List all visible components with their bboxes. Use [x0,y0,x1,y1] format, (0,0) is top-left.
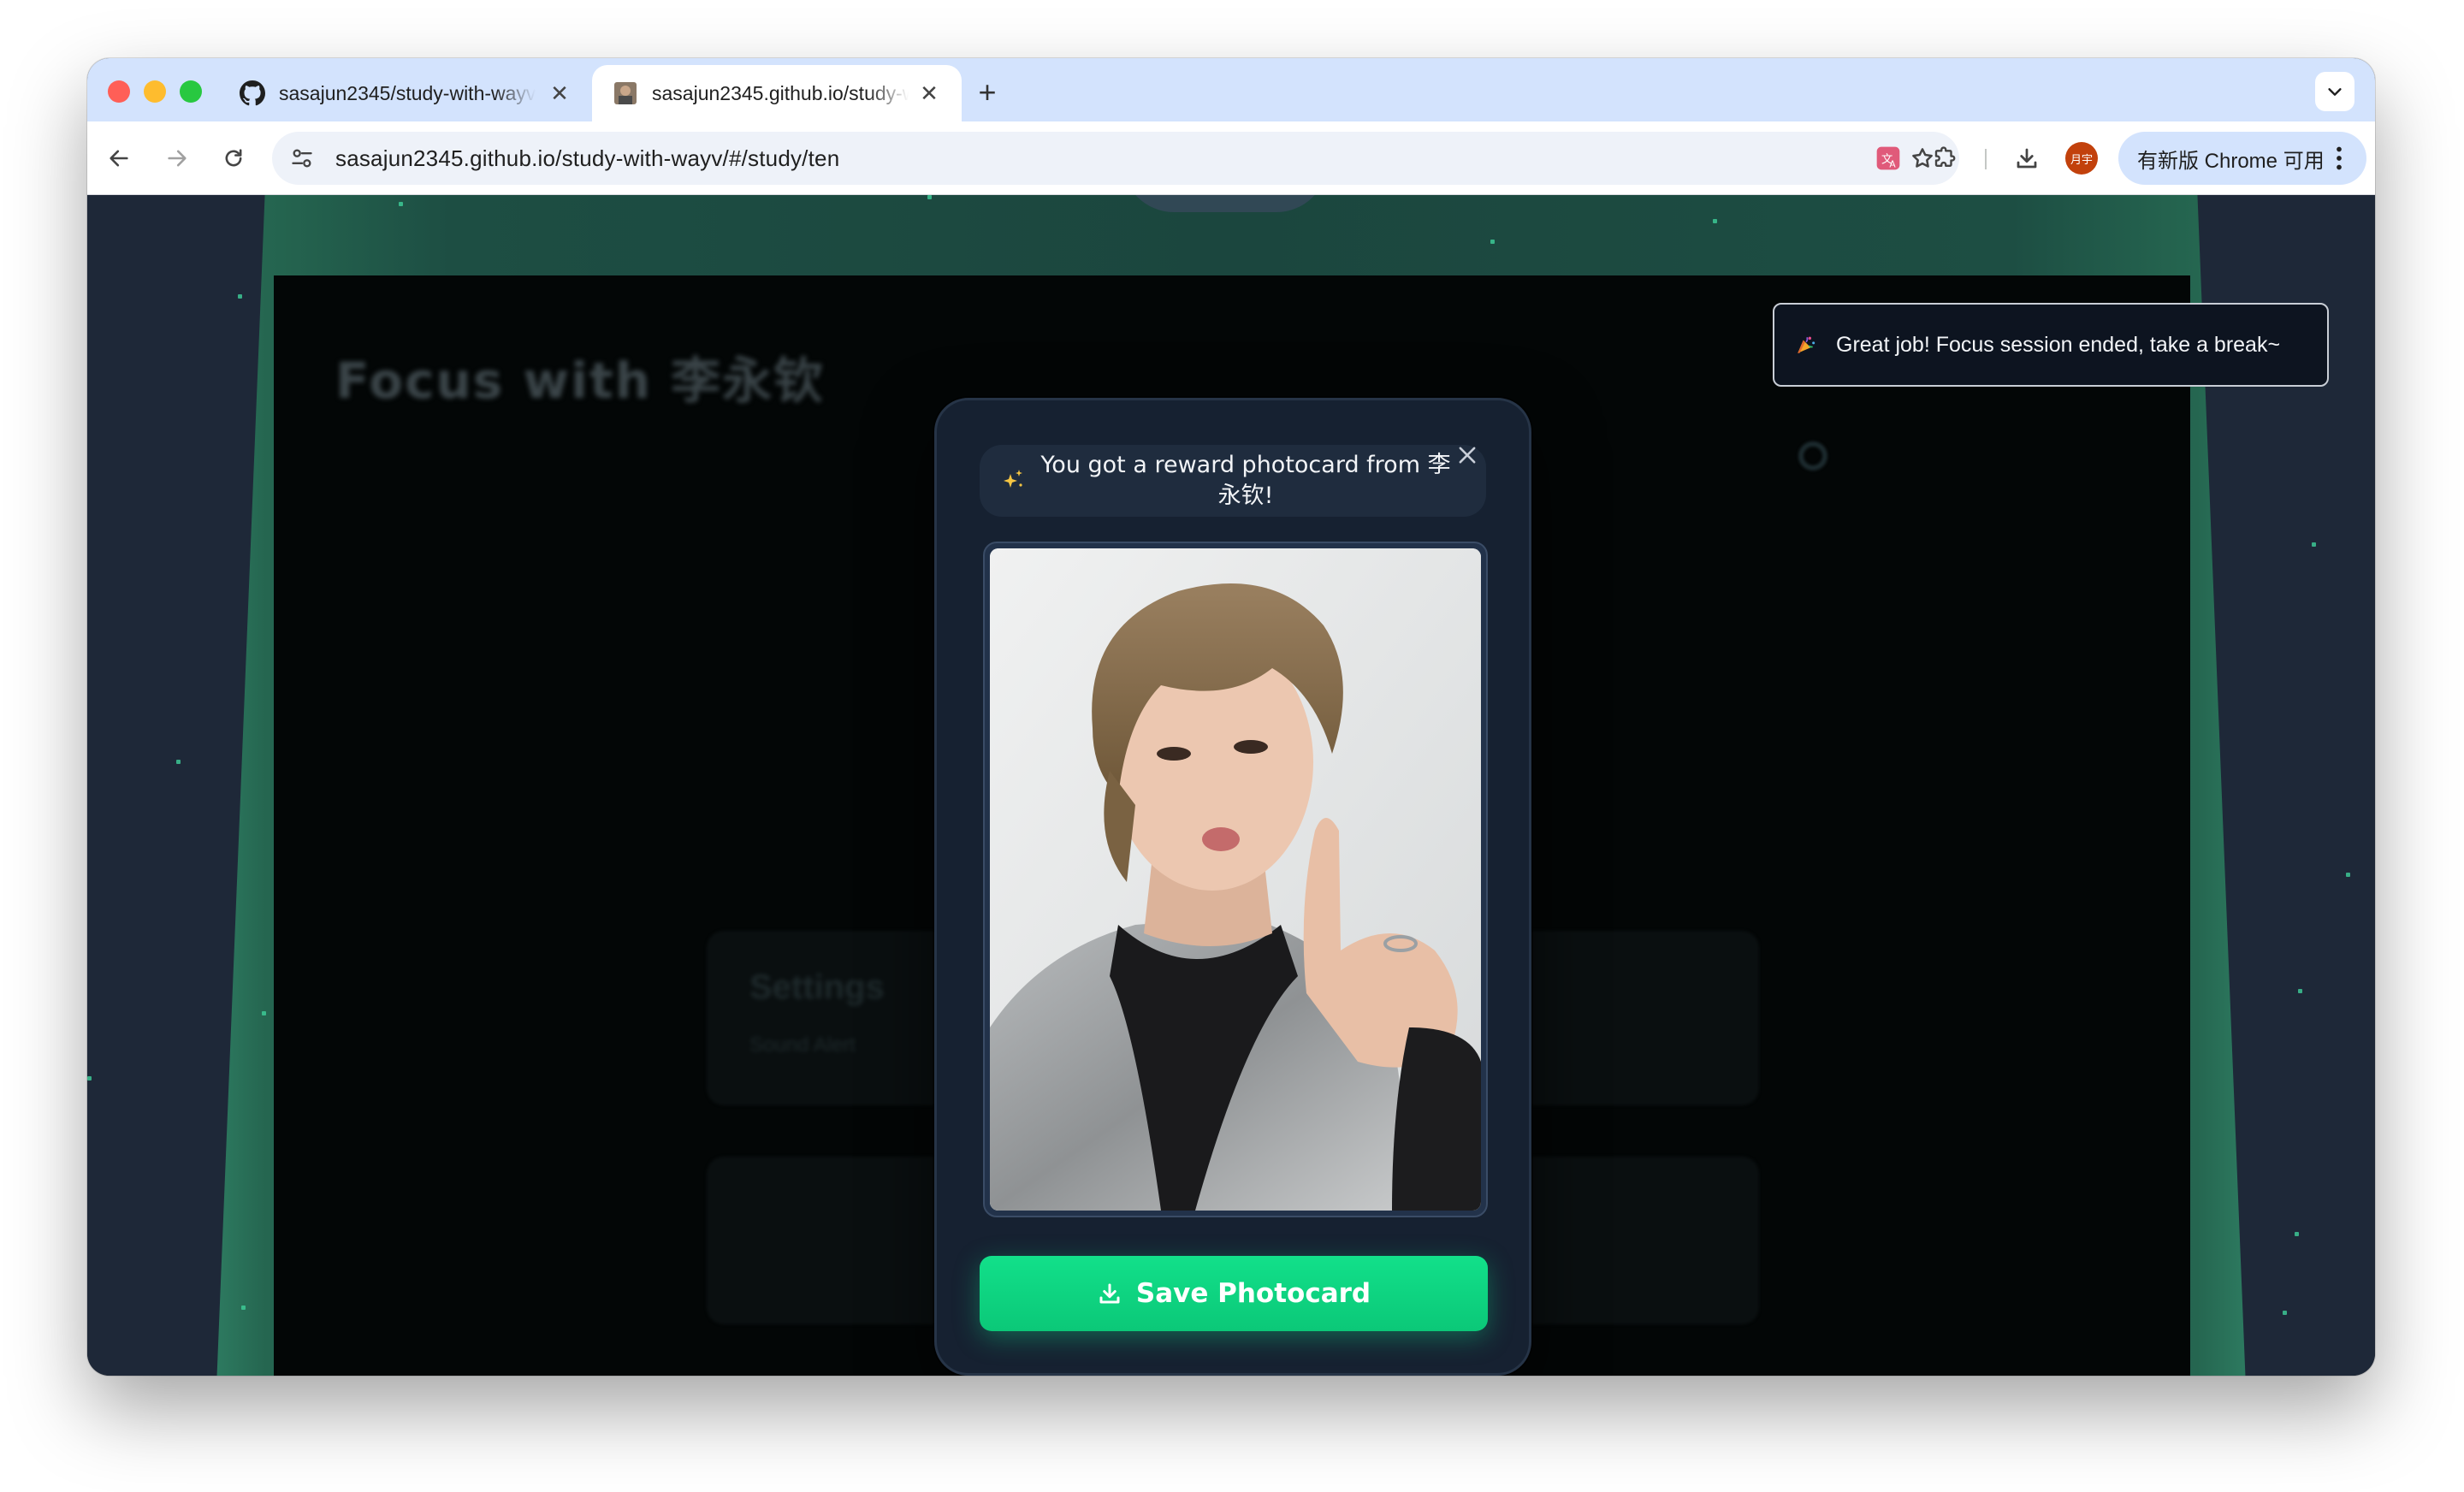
svg-text:A: A [1889,159,1896,170]
forward-button[interactable] [156,137,198,180]
reward-modal: You got a reward photocard from 李永钦! Sav… [934,398,1531,1376]
star-dot [2283,1311,2287,1315]
star-dot [238,294,242,299]
page-title: Focus with 李永钦 [335,352,826,410]
photocard-image [990,548,1481,1211]
reward-message: You got a reward photocard from 李永钦! [1040,452,1451,509]
star-dot [1490,240,1495,244]
photocard-frame [983,542,1488,1217]
more-menu-icon[interactable] [2324,143,2354,180]
downloads-icon[interactable] [2005,137,2048,180]
toolbar-divider [1985,149,1987,169]
tab-github-repo[interactable]: sasajun2345/study-with-wayv ✕ [219,65,592,121]
save-photocard-label: Save Photocard [1135,1278,1371,1309]
settings-card-title: Settings [749,968,885,1006]
photo-favicon-icon [613,80,638,106]
star-dot [1713,219,1717,223]
star-dot [399,202,403,206]
tab-close-icon[interactable]: ✕ [548,81,572,105]
tab-study-with-wayv[interactable]: sasajun2345.github.io/study-with-wayv ✕ [592,65,962,121]
chevron-down-icon [2328,88,2342,96]
star-dot [176,760,181,764]
profile-avatar[interactable]: 月宇 [2065,142,2098,175]
browser-toolbar: sasajun2345.github.io/study-with-wayv/#/… [87,121,2375,195]
tab-strip: sasajun2345/study-with-wayv ✕ sasajun234… [87,58,2375,121]
browser-window: sasajun2345/study-with-wayv ✕ sasajun234… [87,58,2375,1376]
address-bar[interactable]: sasajun2345.github.io/study-with-wayv/#/… [272,132,1959,185]
chrome-update-button[interactable]: 有新版 Chrome 可用 [2118,132,2366,185]
url-text: sasajun2345.github.io/study-with-wayv/#/… [335,145,840,171]
close-modal-button[interactable] [1450,438,1484,472]
download-icon [1097,1281,1122,1306]
tab-title: sasajun2345.github.io/study-with-wayv [652,81,909,104]
back-button[interactable] [98,137,140,180]
star-dot [87,1076,92,1081]
star-dot [241,1306,246,1310]
window-minimize-button[interactable] [144,80,166,103]
page-viewport: Focus with 李永钦 Settings Sound Alert You … [87,195,2375,1376]
reload-icon [225,149,242,167]
update-label: 有新版 Chrome 可用 [2137,149,2325,173]
arrow-right-icon [168,150,187,167]
star-dot [927,195,932,199]
translate-extension-icon[interactable]: 文A [1867,137,1910,180]
window-close-button[interactable] [108,80,130,103]
sound-alert-row: Sound Alert [749,1033,856,1057]
toast-message: Great job! Focus session ended, take a b… [1836,332,2281,357]
star-dot [262,1011,266,1015]
star-dot [2346,873,2350,877]
extensions-puzzle-icon[interactable] [1923,137,1966,180]
close-icon [1459,447,1476,464]
session-ended-toast: Great job! Focus session ended, take a b… [1773,303,2329,387]
star-dot [2312,542,2316,547]
github-icon [240,80,265,106]
star-dot [2295,1232,2299,1236]
reload-button[interactable] [212,137,255,180]
window-zoom-button[interactable] [180,80,202,103]
party-popper-icon [1795,334,1817,356]
tab-close-icon[interactable]: ✕ [917,81,941,105]
tab-title: sasajun2345/study-with-wayv [279,81,536,104]
settings-gear-icon [1798,441,1827,471]
arrow-left-icon [110,150,128,167]
tab-search-button[interactable] [2315,72,2354,111]
new-tab-button[interactable]: + [968,74,1006,111]
star-dot [2298,989,2302,993]
reward-banner: You got a reward photocard from 李永钦! [980,445,1486,517]
site-settings-icon[interactable] [275,132,329,185]
sparkles-icon [1004,470,1022,488]
save-photocard-button[interactable]: Save Photocard [980,1256,1488,1331]
